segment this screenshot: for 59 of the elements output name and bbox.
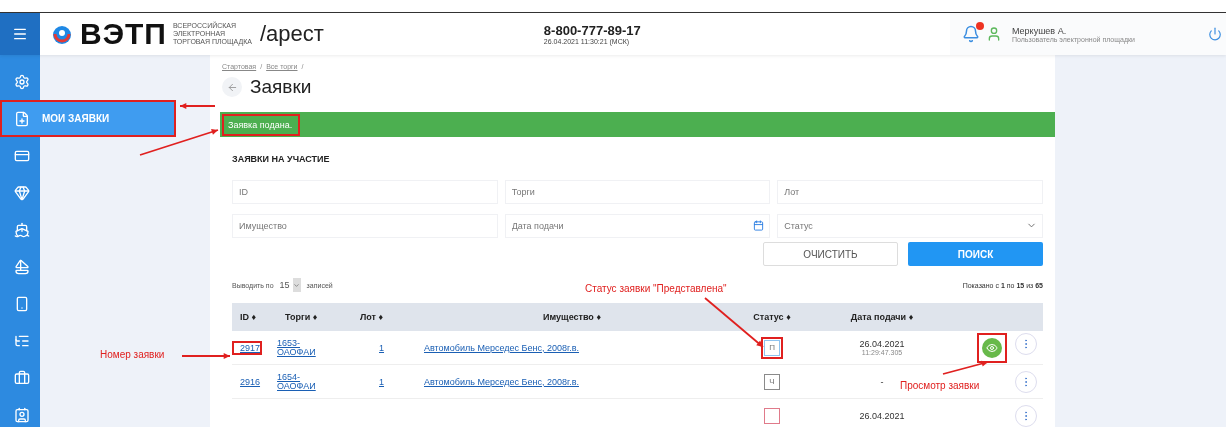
back-button[interactable]	[222, 77, 242, 97]
application-id-link[interactable]: 2916	[232, 374, 263, 389]
column-header[interactable]: Статус ♦	[737, 312, 807, 322]
phone-number: 8-800-777-89-17	[543, 23, 641, 38]
input-field[interactable]: Лот	[777, 180, 1043, 204]
arrow-left-icon	[226, 81, 238, 93]
column-header[interactable]: ID ♦	[232, 312, 277, 322]
annotation-label: Номер заявки	[100, 349, 165, 360]
eye-icon	[986, 341, 998, 354]
success-message: Заявка подана.	[222, 113, 301, 136]
contact-card-icon	[14, 406, 30, 423]
auction-link[interactable]: 1653-ОАОФАИ	[277, 338, 321, 357]
auction-link[interactable]: 1654-ОАОФАИ	[277, 372, 321, 391]
section-title: /арест	[259, 21, 324, 47]
gem-icon	[14, 184, 30, 201]
card-title: ЗАЯВКИ НА УЧАСТИЕ	[232, 154, 331, 164]
input-field[interactable]: Имущество	[232, 214, 498, 238]
input-field[interactable]: ID	[232, 180, 498, 204]
page-title: Заявки	[250, 76, 312, 98]
user-name[interactable]: Меркушев А.	[1012, 25, 1202, 36]
lot-link[interactable]: 1	[352, 340, 386, 355]
annotation-arrow	[179, 102, 216, 110]
annotation-label: Статус заявки "Представлена"	[585, 283, 727, 294]
menu-button[interactable]	[0, 13, 40, 55]
column-header[interactable]: Дата подачи ♦	[807, 312, 957, 322]
dropdown-toggle[interactable]	[292, 278, 301, 292]
application-id-link[interactable]: 2917	[232, 340, 263, 355]
briefcase-icon	[14, 369, 30, 386]
submission-date: 26.04.2021	[859, 339, 905, 349]
page-size-select[interactable]: 15	[279, 278, 301, 292]
annotation-arrow	[181, 352, 231, 360]
ship-icon	[14, 221, 30, 238]
column-header[interactable]: Имущество ♦	[407, 312, 737, 322]
bell-icon[interactable]	[962, 25, 980, 43]
annotation-label: Просмотр заявки	[900, 380, 980, 391]
property-link[interactable]: Автомобиль Мерседес Бенс, 2008г.в.	[407, 374, 581, 389]
clear-button[interactable]: ОЧИСТИТЬ	[763, 242, 898, 266]
settings-icon	[14, 73, 30, 90]
property-link[interactable]: Автомобиль Мерседес Бенс, 2008г.в.	[407, 340, 581, 355]
status-select[interactable]: Статус	[777, 214, 1043, 238]
input-field[interactable]: Торги	[504, 180, 771, 204]
calendar-icon[interactable]	[753, 220, 765, 231]
column-header[interactable]: Лот ♦	[352, 312, 407, 322]
user-icon	[986, 26, 1002, 42]
column-header[interactable]: Торги ♦	[277, 312, 352, 322]
boat-icon	[14, 258, 30, 275]
submission-date: 26.04.2021	[859, 410, 905, 421]
submission-date: -	[880, 376, 884, 387]
lot-link[interactable]: 1	[352, 374, 386, 389]
status-indicator: П	[764, 339, 780, 356]
notification-badge	[976, 22, 984, 30]
input-field[interactable]: Дата подачи	[504, 214, 771, 238]
phone-icon	[14, 295, 30, 312]
chevron-down-icon	[293, 281, 301, 289]
file-plus-icon	[14, 110, 30, 127]
menu-icon	[12, 26, 28, 42]
logo-text: ВЭТП	[80, 17, 167, 51]
logout-icon[interactable]	[1208, 27, 1222, 41]
status-indicator: Ч	[764, 373, 780, 390]
